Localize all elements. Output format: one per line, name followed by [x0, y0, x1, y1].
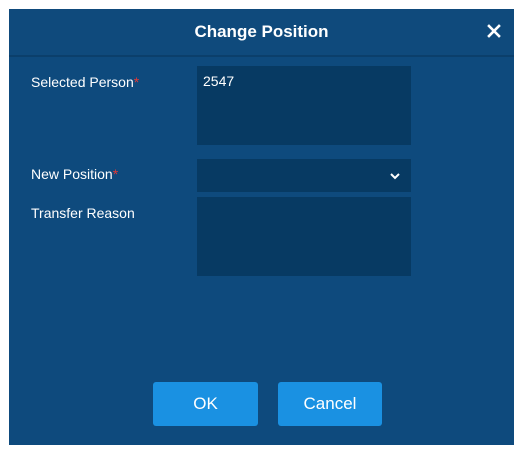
new-position-select[interactable]: [197, 159, 411, 192]
required-marker: *: [133, 74, 140, 90]
cancel-button[interactable]: Cancel: [278, 382, 382, 426]
selected-person-label-text: Selected Person: [31, 74, 134, 90]
dialog-title: Change Position: [194, 22, 329, 41]
new-position-label-text: New Position: [31, 166, 113, 182]
new-position-label: New Position*: [31, 166, 118, 182]
required-marker: *: [112, 166, 119, 182]
transfer-reason-label: Transfer Reason: [31, 205, 135, 221]
ok-button[interactable]: OK: [153, 382, 258, 426]
change-position-dialog: Change Position Selected Person* 2547 Ne…: [9, 9, 514, 445]
chevron-down-icon: [390, 173, 400, 180]
close-icon[interactable]: [487, 24, 501, 38]
transfer-reason-field[interactable]: [197, 197, 411, 276]
dialog-titlebar: Change Position: [9, 9, 514, 57]
selected-person-label: Selected Person*: [31, 74, 139, 90]
selected-person-field[interactable]: 2547: [197, 66, 411, 145]
